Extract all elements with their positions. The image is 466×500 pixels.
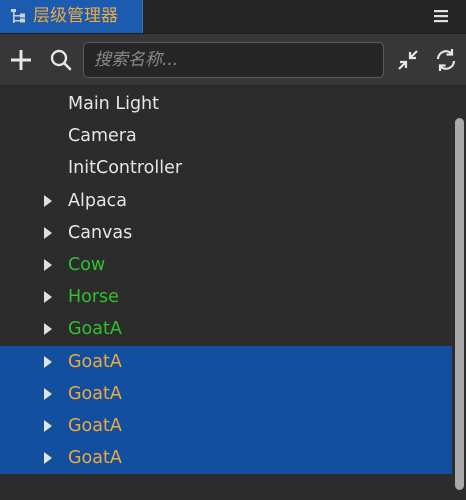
panel-titlebar: 层级管理器 [0,0,466,33]
expand-arrow-icon[interactable] [43,226,53,240]
tree-node[interactable]: GoatA [0,442,452,475]
tree-node[interactable]: GoatA [0,377,452,410]
collapse-icon[interactable] [394,46,422,74]
tree-node-label: Horse [68,287,119,308]
tree-node-label: GoatA [68,383,122,404]
tree-node-label: Cow [68,254,106,275]
tree-node-label: Alpaca [68,190,128,211]
tree-node[interactable]: Canvas [0,217,452,249]
tree-node[interactable]: Horse [0,281,452,313]
hierarchy-tree: Main Light Camera InitController Alpaca Canv… [0,86,452,500]
search-field[interactable] [83,42,384,78]
tree-node-label: GoatA [68,351,122,372]
tree-node-label: Camera [68,126,137,147]
tree-node[interactable]: Cow [0,249,452,281]
expand-arrow-icon[interactable] [43,419,53,433]
tab-hierarchy[interactable]: 层级管理器 [0,0,143,33]
expand-arrow-icon[interactable] [43,322,53,336]
tree-node[interactable]: Alpaca [0,185,452,217]
plus-icon[interactable] [7,46,35,74]
tree-node[interactable]: InitController [0,152,452,184]
tree-node[interactable]: GoatA [0,345,452,378]
tree-node[interactable]: Camera [0,120,452,152]
expand-arrow-icon[interactable] [43,290,53,304]
expand-arrow-icon[interactable] [43,355,53,369]
refresh-icon[interactable] [432,46,460,74]
tree-node[interactable]: GoatA [0,409,452,443]
search-input[interactable] [84,43,383,77]
expand-arrow-icon[interactable] [43,194,53,208]
expand-arrow-icon[interactable] [43,387,53,401]
tree-node[interactable]: Main Light [0,88,452,120]
tree-node-label: Canvas [68,222,133,243]
panel-title: 层级管理器 [33,6,118,26]
tree-node-label: InitController [68,158,183,179]
menu-icon[interactable] [428,6,454,26]
expand-arrow-icon[interactable] [43,258,53,272]
tree-node-label: GoatA [68,415,122,436]
expand-arrow-icon[interactable] [43,451,53,465]
tree-node-label: Main Light [68,94,160,114]
toolbar [0,33,466,86]
search-icon[interactable] [47,46,75,74]
scrollbar[interactable] [452,86,466,500]
scrollbar-thumb[interactable] [455,118,464,490]
tree-node-label: GoatA [68,448,122,469]
tree-node[interactable]: GoatA [0,313,452,345]
tree-node-label: GoatA [68,319,122,340]
hierarchy-icon [11,9,25,23]
